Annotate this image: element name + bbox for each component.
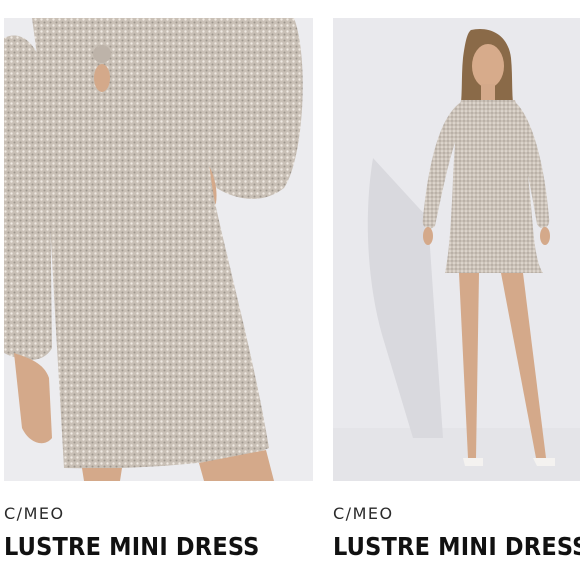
brand-label[interactable]: C/MEO: [333, 504, 394, 523]
brand-label[interactable]: C/MEO: [4, 504, 65, 523]
product-image-closeup[interactable]: [4, 18, 313, 481]
product-image-fullbody[interactable]: [333, 18, 580, 481]
closeup-dress-illustration: [4, 18, 313, 481]
product-name[interactable]: LUSTRE MINI DRESS: [4, 532, 260, 561]
fullbody-model-illustration: [333, 18, 580, 481]
product-name[interactable]: LUSTRE MINI DRESS: [333, 532, 580, 561]
